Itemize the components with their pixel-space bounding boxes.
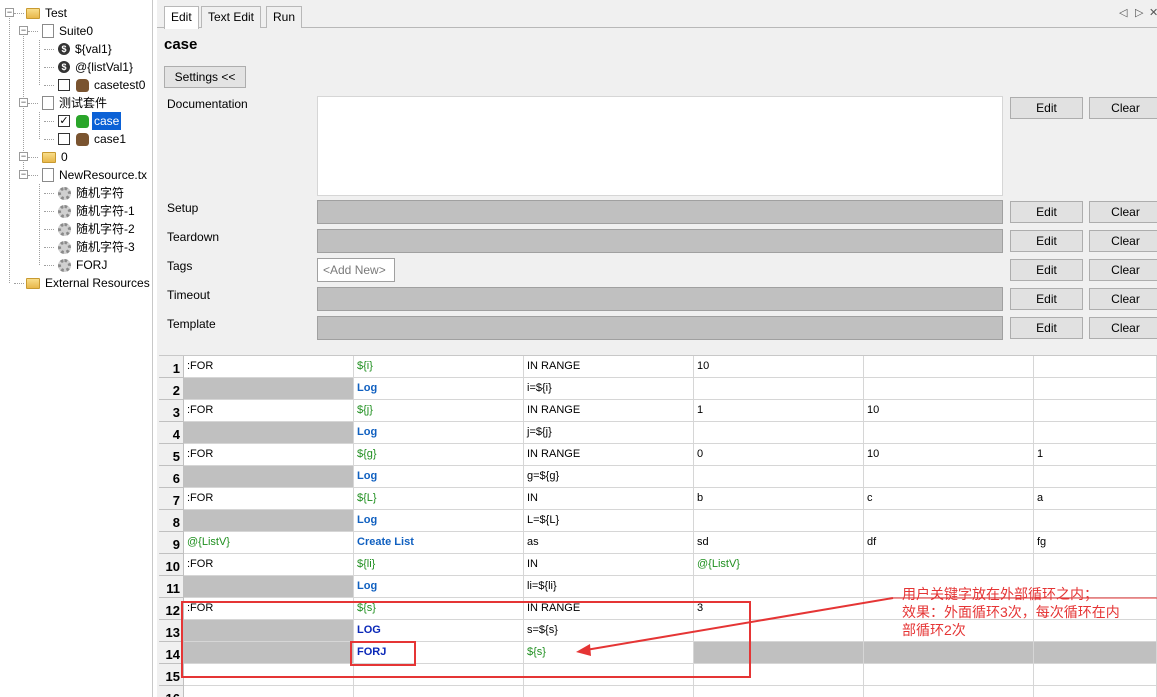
annotation-line-3: 部循环2次 — [902, 622, 966, 638]
annotation-text: 用户关键字放在外部循环之内； 效果：外面循环3次，每次循环在内 部循环2次 — [902, 585, 1157, 639]
annotation-line-2: 效果：外面循环3次，每次循环在内 — [902, 604, 1120, 620]
annotation-line-1: 用户关键字放在外部循环之内； — [902, 586, 1098, 602]
